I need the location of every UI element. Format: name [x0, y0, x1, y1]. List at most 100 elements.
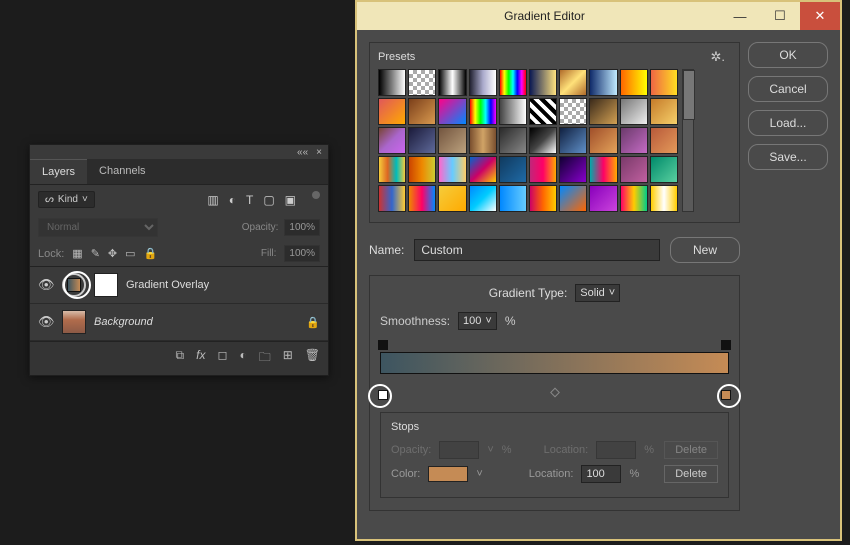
close-panel-icon[interactable]: ×: [316, 147, 322, 158]
group-icon[interactable]: 🗀: [259, 348, 271, 369]
preset-swatch[interactable]: [408, 69, 436, 96]
preset-swatch[interactable]: [559, 98, 587, 125]
presets-menu-icon[interactable]: ✲.: [710, 49, 731, 65]
chevron-down-icon[interactable]: ˅: [476, 468, 482, 480]
shape-filter-icon[interactable]: ▢: [263, 193, 274, 207]
new-layer-icon[interactable]: ⊞: [283, 348, 293, 369]
preset-swatch[interactable]: [529, 185, 557, 212]
gradient-preview[interactable]: [380, 352, 729, 374]
add-mask-icon[interactable]: ◻: [217, 348, 227, 369]
preset-swatch[interactable]: [378, 98, 406, 125]
gradient-bar[interactable]: [380, 342, 729, 388]
adjustment-layer-icon[interactable]: ◐: [239, 348, 246, 369]
preset-swatch[interactable]: [620, 98, 648, 125]
visibility-icon[interactable]: 👁: [38, 314, 54, 330]
preset-swatch[interactable]: [499, 127, 527, 154]
preset-swatch[interactable]: [438, 185, 466, 212]
preset-swatch[interactable]: [589, 156, 617, 183]
preset-swatch[interactable]: [559, 127, 587, 154]
layer-thumb[interactable]: [62, 310, 86, 334]
gradient-type-select[interactable]: Solid˅: [575, 284, 620, 302]
preset-swatch[interactable]: [499, 69, 527, 96]
opacity-value[interactable]: 100%: [284, 219, 320, 236]
preset-swatch[interactable]: [469, 98, 497, 125]
opacity-stop-left[interactable]: [378, 340, 388, 350]
lock-all-icon[interactable]: 🔒: [144, 247, 158, 260]
preset-swatch[interactable]: [650, 69, 678, 96]
gradient-effect-thumb[interactable]: [67, 278, 81, 292]
layer-kind-filter[interactable]: ᔕ Kind ˅: [38, 191, 95, 208]
preset-swatch[interactable]: [589, 69, 617, 96]
lock-position-icon[interactable]: ✥: [108, 247, 117, 260]
lock-paint-icon[interactable]: ✎: [91, 247, 100, 260]
preset-swatch[interactable]: [529, 69, 557, 96]
maximize-button[interactable]: ☐: [760, 2, 800, 30]
gradient-name-input[interactable]: [414, 239, 660, 261]
preset-swatch[interactable]: [620, 156, 648, 183]
midpoint-handle[interactable]: [550, 388, 560, 398]
layer-row[interactable]: 👁 Gradient Overlay: [30, 267, 328, 304]
preset-swatch[interactable]: [438, 127, 466, 154]
preset-swatch[interactable]: [469, 127, 497, 154]
preset-swatch[interactable]: [589, 98, 617, 125]
preset-swatch[interactable]: [378, 156, 406, 183]
preset-swatch[interactable]: [620, 185, 648, 212]
tab-channels[interactable]: Channels: [87, 159, 157, 184]
close-button[interactable]: ✕: [800, 2, 840, 30]
layer-mask-thumb[interactable]: [94, 273, 118, 297]
preset-swatch[interactable]: [469, 69, 497, 96]
preset-swatch[interactable]: [438, 69, 466, 96]
preset-swatch[interactable]: [650, 156, 678, 183]
preset-swatch[interactable]: [469, 156, 497, 183]
lock-transparency-icon[interactable]: ▦: [72, 247, 82, 260]
preset-swatch[interactable]: [589, 127, 617, 154]
preset-swatch[interactable]: [408, 98, 436, 125]
preset-swatch[interactable]: [499, 156, 527, 183]
load-button[interactable]: Load...: [748, 110, 828, 136]
opacity-stop-right[interactable]: [721, 340, 731, 350]
preset-swatch[interactable]: [559, 69, 587, 96]
pixel-filter-icon[interactable]: ▥: [207, 193, 218, 207]
visibility-icon[interactable]: 👁: [38, 277, 54, 293]
fx-icon[interactable]: fx: [196, 348, 205, 369]
preset-swatch[interactable]: [438, 98, 466, 125]
preset-swatch[interactable]: [529, 127, 557, 154]
preset-swatch[interactable]: [529, 156, 557, 183]
tab-layers[interactable]: Layers: [30, 159, 87, 184]
preset-swatch[interactable]: [378, 185, 406, 212]
layer-name-label[interactable]: Gradient Overlay: [126, 279, 320, 291]
preset-swatch[interactable]: [408, 127, 436, 154]
type-filter-icon[interactable]: T: [246, 193, 253, 207]
cancel-button[interactable]: Cancel: [748, 76, 828, 102]
presets-scrollbar[interactable]: [682, 69, 694, 212]
blend-mode-select[interactable]: Normal: [38, 218, 158, 237]
link-layers-icon[interactable]: ⧉: [176, 348, 185, 369]
preset-swatch[interactable]: [378, 69, 406, 96]
preset-swatch[interactable]: [438, 156, 466, 183]
title-bar[interactable]: Gradient Editor — ☐ ✕: [357, 2, 840, 30]
color-chip[interactable]: [428, 466, 468, 482]
adjustment-filter-icon[interactable]: ◐: [229, 193, 236, 207]
preset-swatch[interactable]: [620, 127, 648, 154]
preset-swatch[interactable]: [469, 185, 497, 212]
ok-button[interactable]: OK: [748, 42, 828, 68]
preset-swatch[interactable]: [650, 98, 678, 125]
filter-toggle[interactable]: [312, 191, 320, 199]
save-button[interactable]: Save...: [748, 144, 828, 170]
smoothness-input[interactable]: 100˅: [458, 312, 497, 330]
preset-swatch[interactable]: [650, 127, 678, 154]
fill-value[interactable]: 100%: [284, 245, 320, 262]
preset-swatch[interactable]: [620, 69, 648, 96]
preset-swatch[interactable]: [559, 156, 587, 183]
preset-swatch[interactable]: [408, 185, 436, 212]
preset-swatch[interactable]: [529, 98, 557, 125]
preset-swatch[interactable]: [499, 185, 527, 212]
preset-swatch[interactable]: [559, 185, 587, 212]
new-gradient-button[interactable]: New: [670, 237, 740, 263]
minimize-button[interactable]: —: [720, 2, 760, 30]
layer-name-label[interactable]: Background: [94, 316, 298, 328]
preset-swatch[interactable]: [589, 185, 617, 212]
smartobj-filter-icon[interactable]: ▣: [285, 193, 296, 207]
preset-swatch[interactable]: [408, 156, 436, 183]
lock-artboard-icon[interactable]: ▭: [125, 247, 135, 260]
